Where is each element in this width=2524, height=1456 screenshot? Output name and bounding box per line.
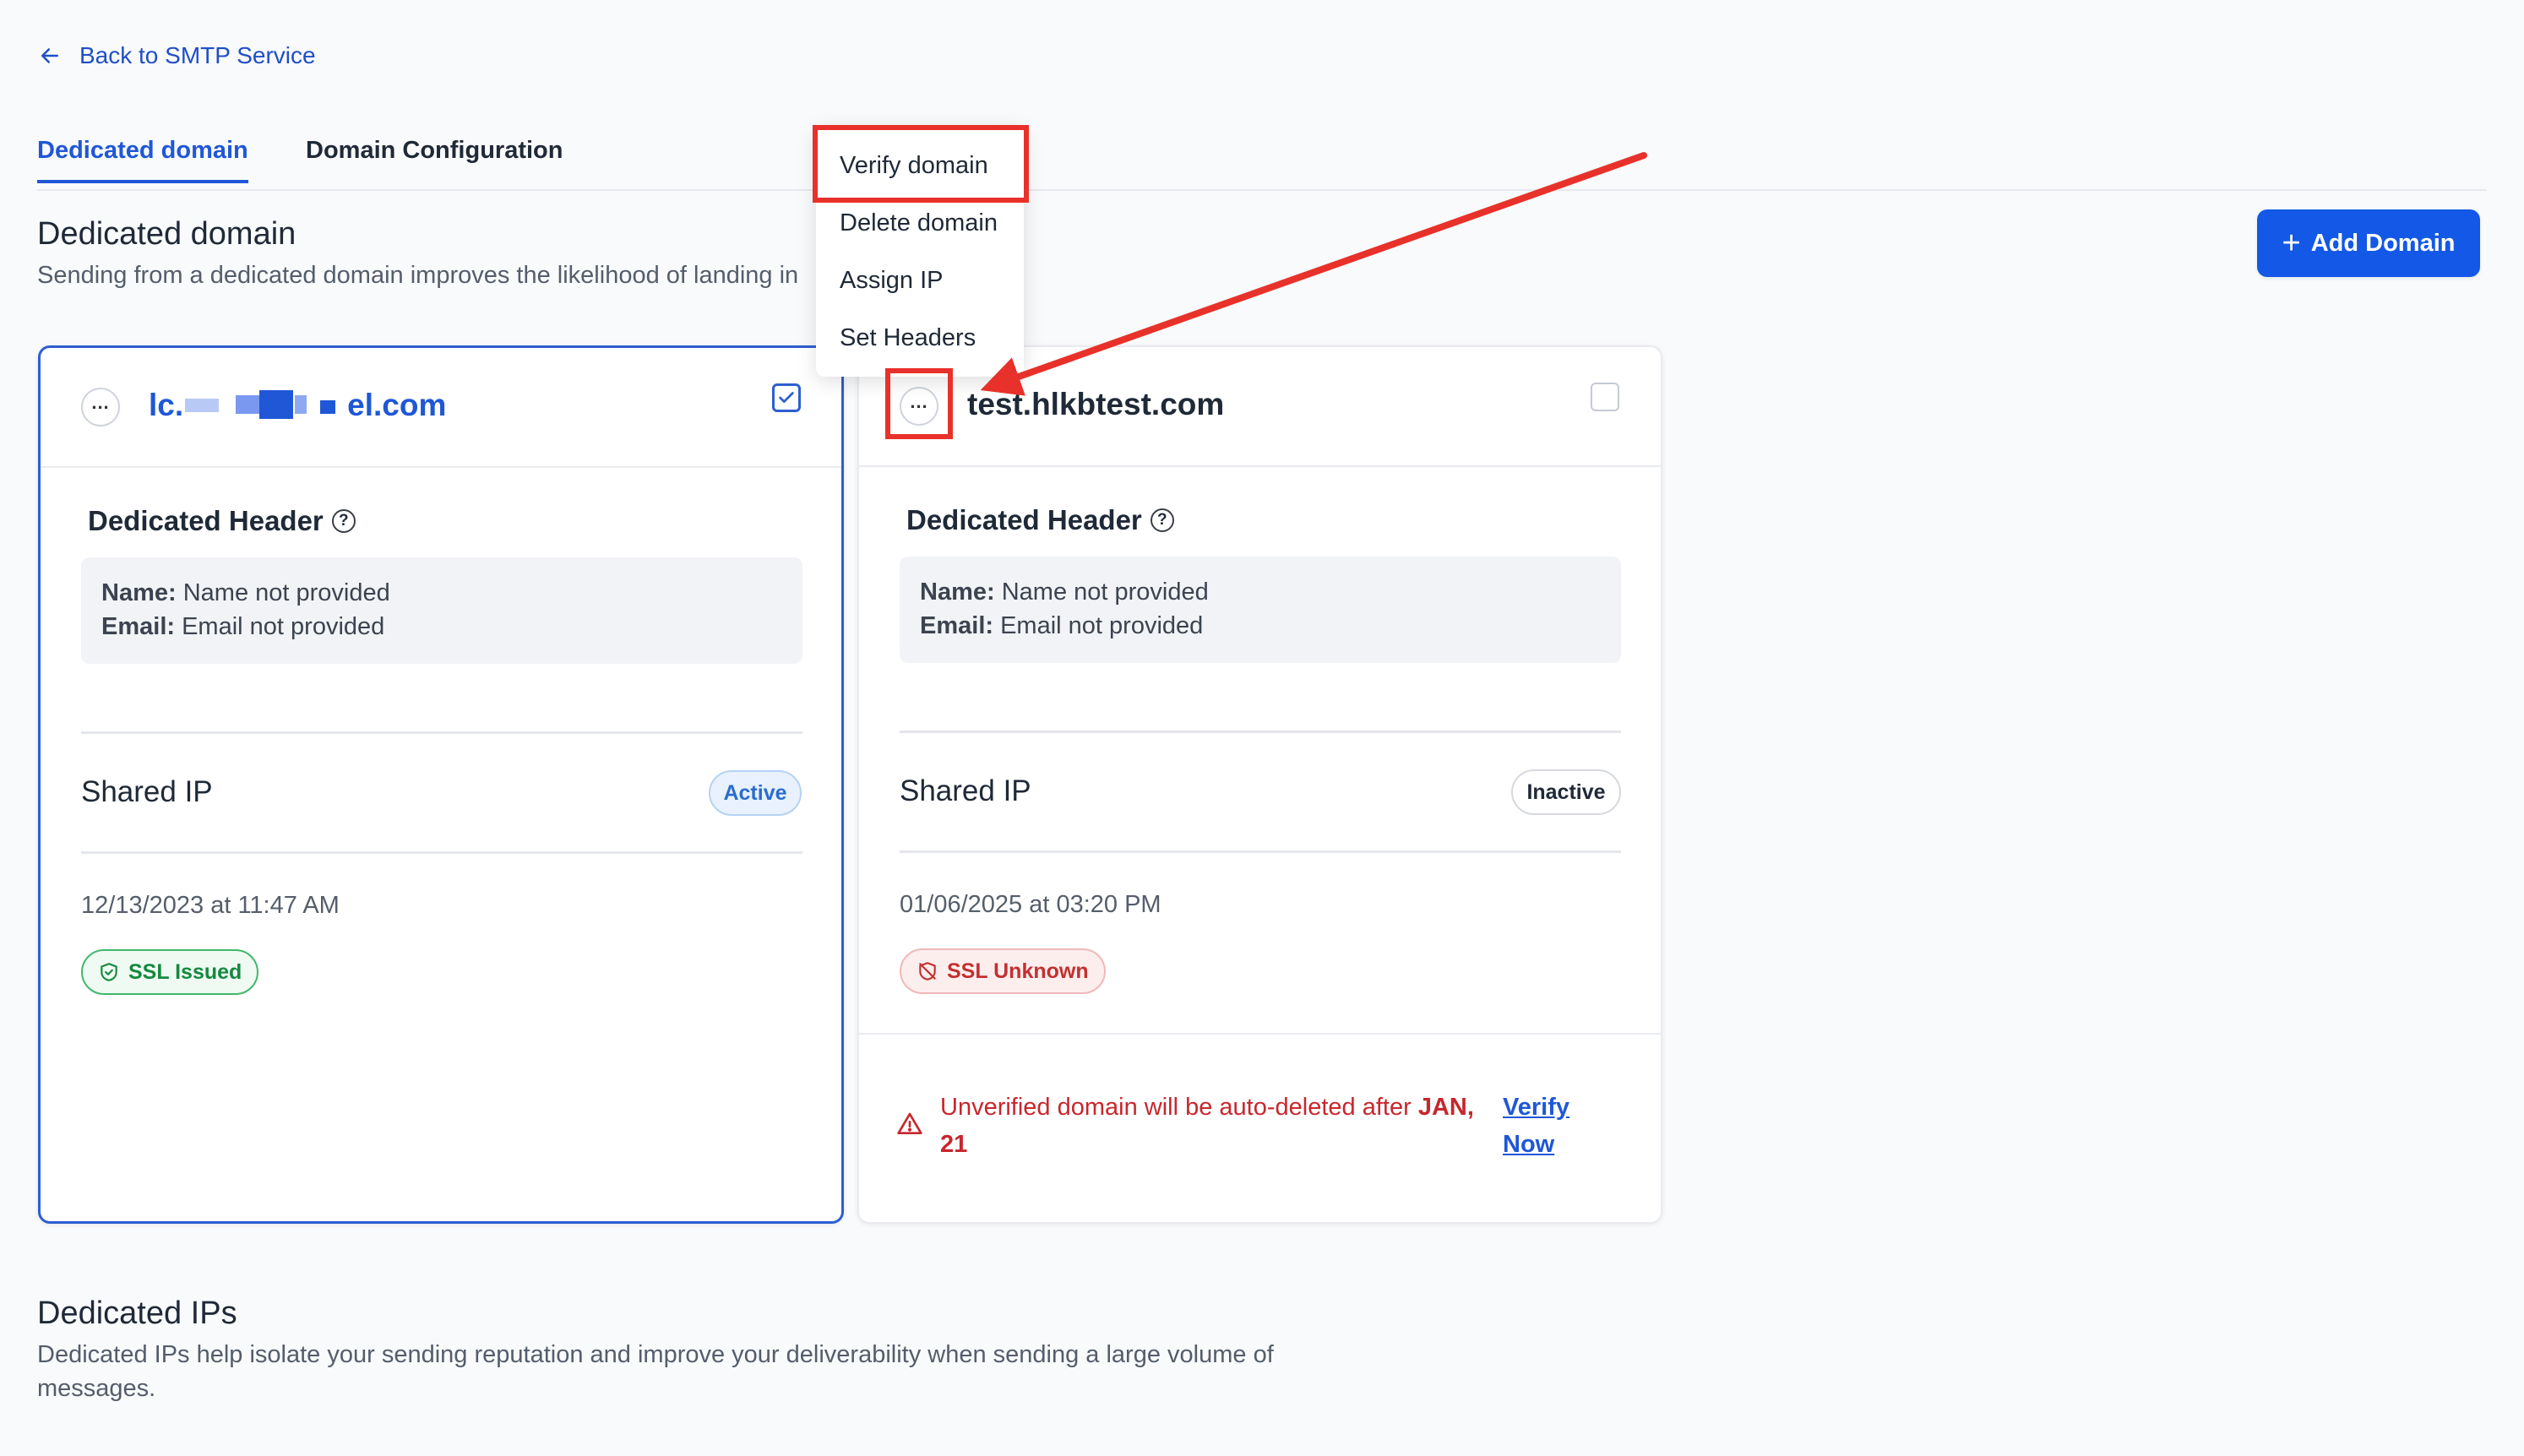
annotation-arrow — [980, 152, 1647, 396]
